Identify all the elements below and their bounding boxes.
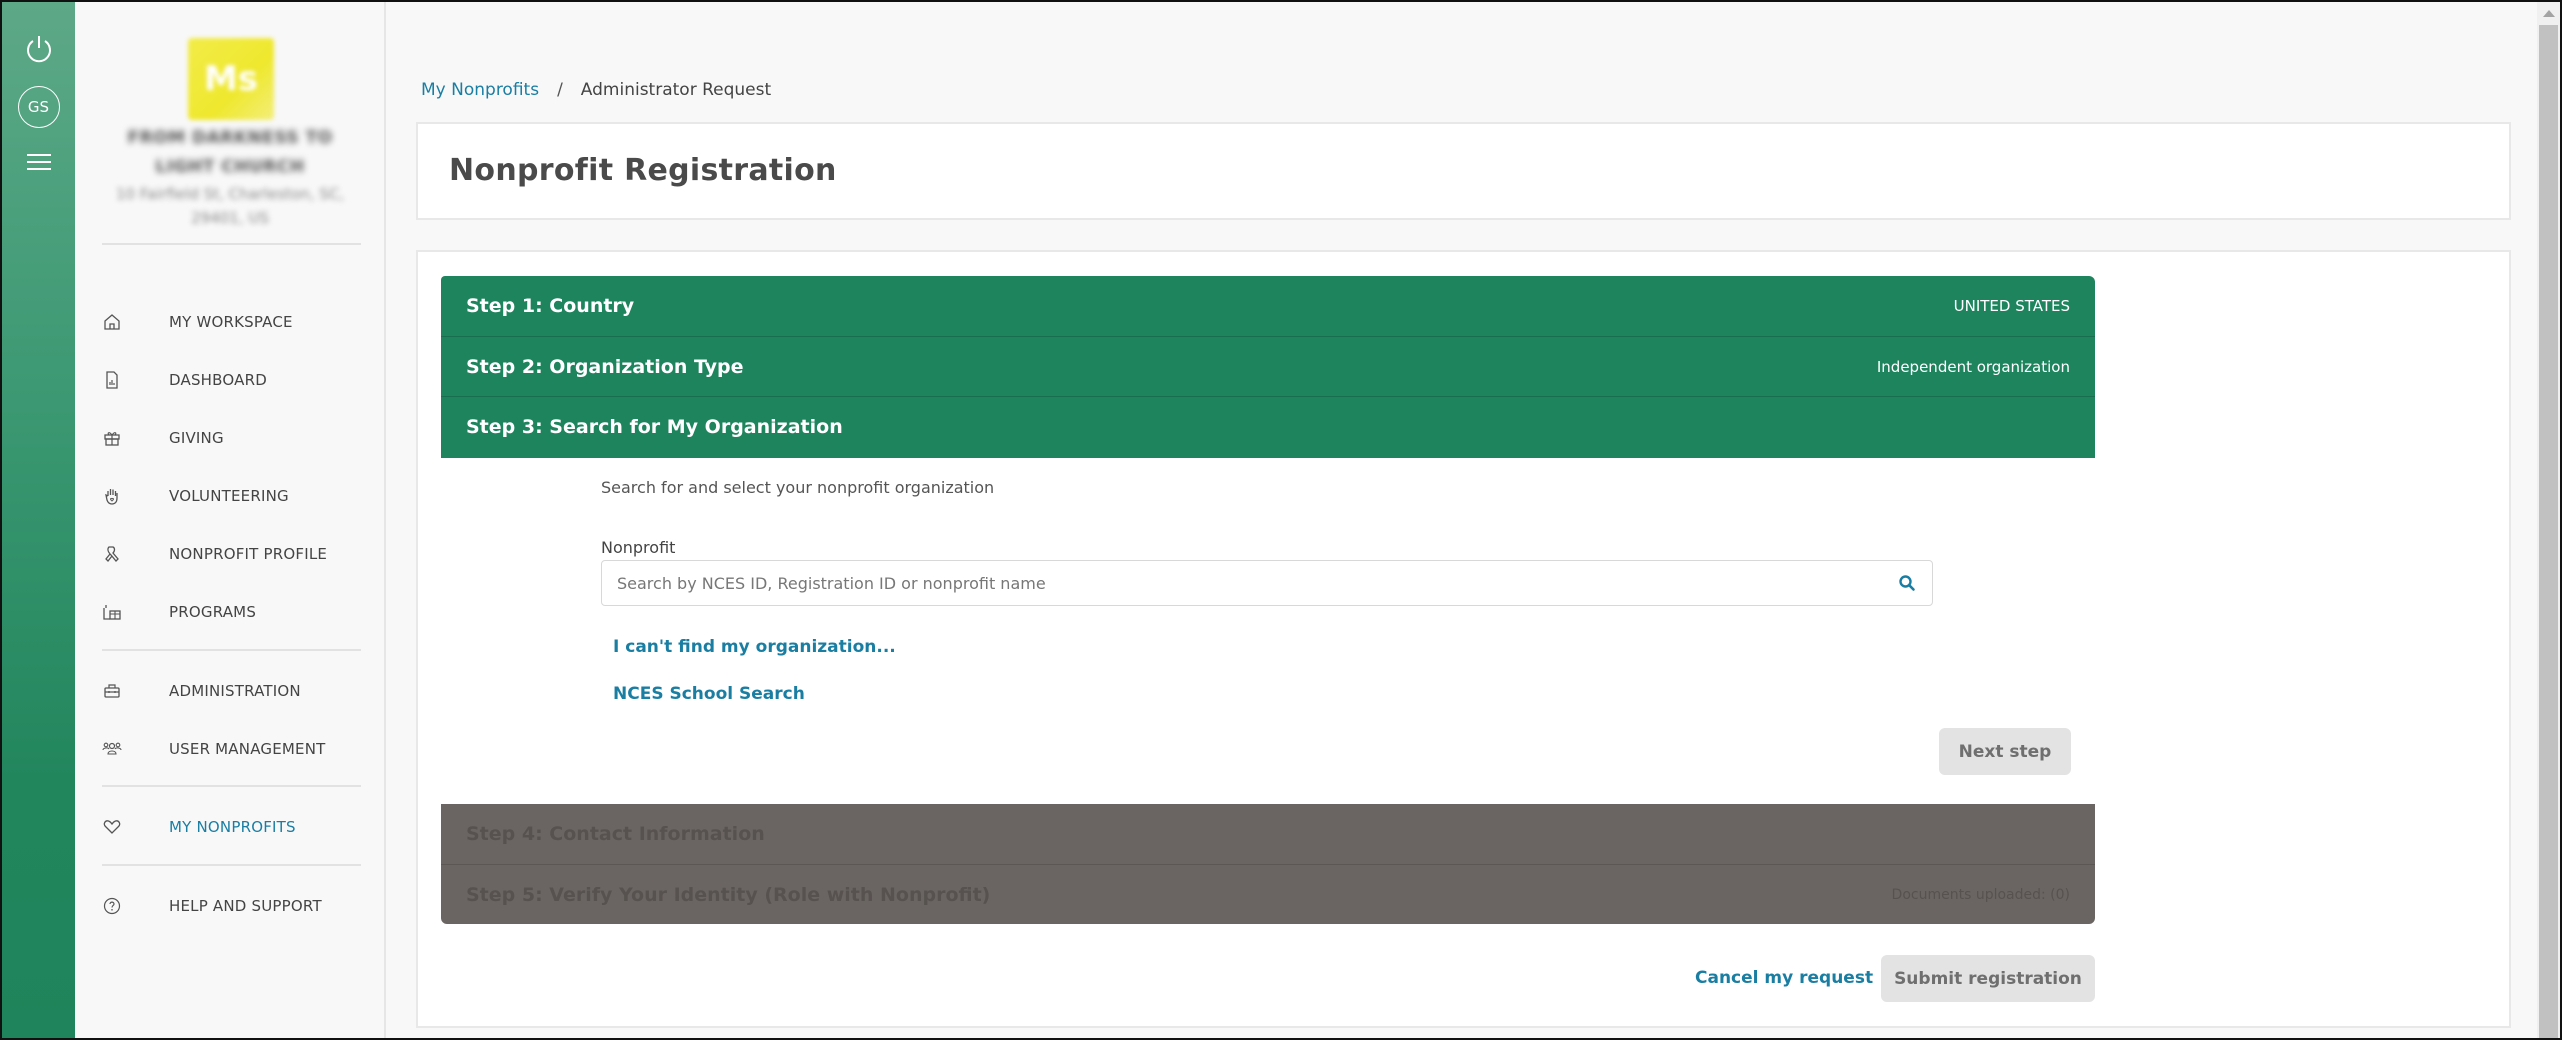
sidebar-divider bbox=[102, 785, 361, 787]
submit-registration-button[interactable]: Submit registration bbox=[1881, 955, 2095, 1002]
sidebar-divider bbox=[102, 649, 361, 651]
step-5-header: Step 5: Verify Your Identity (Role with … bbox=[441, 864, 2095, 924]
sidebar-divider bbox=[102, 864, 361, 866]
step-3-instruction: Search for and select your nonprofit org… bbox=[601, 478, 995, 497]
users-icon bbox=[92, 739, 132, 759]
sidebar-item-dashboard[interactable]: DASHBOARD bbox=[102, 360, 361, 400]
sidebar-item-user-management[interactable]: USER MANAGEMENT bbox=[102, 729, 361, 769]
home-icon bbox=[92, 312, 132, 332]
sidebar-item-administration[interactable]: ADMINISTRATION bbox=[102, 671, 361, 711]
step-2-header[interactable]: Step 2: Organization Type Independent or… bbox=[441, 336, 2095, 396]
next-step-button[interactable]: Next step bbox=[1939, 728, 2071, 775]
search-button[interactable] bbox=[1882, 561, 1932, 605]
sidebar-divider bbox=[102, 243, 361, 245]
ribbon-icon bbox=[92, 544, 132, 564]
cancel-request-link[interactable]: Cancel my request bbox=[1695, 968, 1873, 988]
power-button[interactable] bbox=[2, 26, 75, 72]
org-address: 10 Fairfield St, Charleston, SC, 29401, … bbox=[115, 185, 345, 227]
nonprofit-field-label: Nonprofit bbox=[601, 538, 676, 557]
breadcrumb-separator: / bbox=[557, 80, 563, 100]
sidebar-item-nonprofit-profile[interactable]: NONPROFIT PROFILE bbox=[102, 534, 361, 574]
gift-icon bbox=[92, 428, 132, 448]
arrow-up-icon bbox=[2542, 10, 2555, 17]
scroll-up-button[interactable] bbox=[2537, 2, 2560, 24]
org-name: FROM DARKNESS TO LIGHT CHURCH bbox=[127, 128, 333, 177]
breadcrumb-my-nonprofits[interactable]: My Nonprofits bbox=[421, 80, 539, 100]
sidebar: Ms FROM DARKNESS TO LIGHT CHURCH 10 Fair… bbox=[75, 2, 386, 1038]
help-icon bbox=[92, 896, 132, 916]
steps-accordion: Step 1: Country UNITED STATES Step 2: Or… bbox=[441, 276, 2095, 458]
sidebar-item-my-nonprofits[interactable]: MY NONPROFITS bbox=[102, 807, 361, 847]
org-logo: Ms bbox=[188, 38, 274, 120]
nonprofit-search-field bbox=[601, 560, 1933, 606]
page-title: Nonprofit Registration bbox=[449, 153, 837, 188]
report-icon bbox=[92, 370, 132, 390]
step-3-header[interactable]: Step 3: Search for My Organization bbox=[441, 396, 2095, 456]
documents-uploaded-count: Documents uploaded: (0) bbox=[1891, 886, 2070, 903]
avatar: GS bbox=[17, 86, 60, 128]
cant-find-organization-link[interactable]: I can't find my organization... bbox=[613, 637, 896, 657]
sidebar-item-help-and-support[interactable]: HELP AND SUPPORT bbox=[102, 886, 361, 926]
search-icon bbox=[1899, 575, 1915, 591]
programs-icon bbox=[92, 602, 132, 622]
step-1-value: UNITED STATES bbox=[1953, 297, 2070, 315]
nonprofit-search-input[interactable] bbox=[602, 561, 1882, 605]
sidebar-item-my-workspace[interactable]: MY WORKSPACE bbox=[102, 302, 361, 342]
sidebar-item-volunteering[interactable]: VOLUNTEERING bbox=[102, 476, 361, 516]
nces-school-search-link[interactable]: NCES School Search bbox=[613, 684, 805, 704]
briefcase-icon bbox=[92, 681, 132, 701]
scrollbar-thumb[interactable] bbox=[2539, 25, 2558, 1038]
step-4-header: Step 4: Contact Information bbox=[466, 823, 765, 845]
menu-button[interactable] bbox=[2, 142, 75, 182]
user-avatar-button[interactable]: GS bbox=[2, 84, 75, 130]
step-2-value: Independent organization bbox=[1876, 357, 2070, 376]
power-icon bbox=[26, 36, 51, 63]
breadcrumb-current: Administrator Request bbox=[580, 80, 772, 100]
heart-icon bbox=[92, 817, 132, 837]
sidebar-item-giving[interactable]: GIVING bbox=[102, 418, 361, 458]
step-1-header[interactable]: Step 1: Country UNITED STATES bbox=[441, 276, 2095, 336]
app-rail: GS bbox=[2, 2, 75, 1038]
sidebar-item-programs[interactable]: PROGRAMS bbox=[102, 592, 361, 632]
title-card: Nonprofit Registration bbox=[416, 122, 2511, 220]
steps-accordion-disabled: Step 4: Contact Information Step 5: Veri… bbox=[441, 804, 2095, 924]
breadcrumb: My Nonprofits / Administrator Request bbox=[421, 80, 771, 100]
hamburger-menu-icon bbox=[26, 154, 51, 170]
page-scrollbar[interactable] bbox=[2537, 2, 2560, 1038]
raised-hand-icon bbox=[92, 486, 132, 506]
